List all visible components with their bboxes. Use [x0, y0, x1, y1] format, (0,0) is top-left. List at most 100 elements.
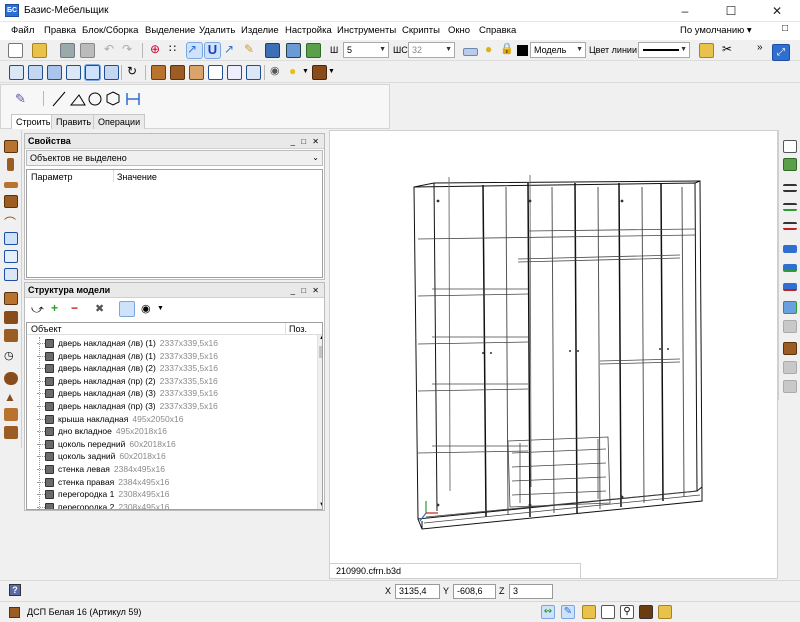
undo-icon[interactable]: ↶ — [104, 43, 119, 58]
hardware-panel-icon[interactable] — [783, 140, 797, 153]
snap-mode-icon[interactable]: ↭ — [541, 605, 555, 619]
ortho-icon[interactable]: ↗ — [224, 43, 239, 58]
render-sections-icon[interactable] — [246, 65, 261, 80]
menu-delete[interactable]: Удалить — [199, 25, 235, 36]
fastener-remove-icon[interactable] — [783, 222, 797, 230]
menu-tools[interactable]: Инструменты — [337, 25, 396, 36]
redo-icon[interactable]: ↷ — [122, 43, 137, 58]
render-texture-icon[interactable] — [189, 65, 204, 80]
rotate-view-icon[interactable]: ↻ — [127, 65, 142, 80]
fastener-add-icon[interactable] — [783, 203, 797, 211]
menu-block[interactable]: Блок/Сборка — [82, 25, 138, 36]
material-dropdown-icon[interactable]: ▼ — [328, 68, 335, 75]
light-dropdown-icon[interactable]: ▼ — [302, 68, 309, 75]
pencil-icon[interactable]: ✎ — [15, 91, 33, 107]
view-left-icon[interactable] — [28, 65, 43, 80]
facade-icon[interactable] — [4, 232, 18, 245]
tools-icon[interactable]: ✖ — [95, 302, 104, 315]
width-select[interactable]: 5 ▼ — [343, 42, 389, 58]
panel-horizontal-icon[interactable] — [4, 182, 18, 188]
profile-icon[interactable] — [4, 329, 18, 342]
layer-color-swatch[interactable] — [517, 45, 528, 56]
drawer-icon[interactable] — [4, 268, 18, 281]
remove-node-icon[interactable]: − — [71, 301, 78, 315]
document-view-icon[interactable] — [119, 301, 135, 317]
layers-settings-icon[interactable] — [286, 43, 301, 58]
clock-icon[interactable]: ◷ — [4, 349, 18, 362]
texture-disabled-icon[interactable] — [783, 320, 797, 333]
help-icon[interactable]: ? — [9, 584, 21, 596]
note-icon[interactable] — [658, 605, 672, 619]
scissors-icon[interactable]: ✂ — [722, 43, 737, 58]
grid-icon[interactable] — [582, 605, 596, 619]
menu-window[interactable]: Окно — [448, 25, 470, 36]
cut-disabled-icon[interactable] — [783, 361, 797, 374]
view-top-icon[interactable] — [47, 65, 62, 80]
layer-plane-icon[interactable] — [463, 48, 478, 56]
pyramid-icon[interactable]: ▲ — [4, 390, 18, 404]
curved-panel-icon[interactable]: ⌒ — [4, 214, 18, 230]
layers-export-icon[interactable] — [306, 43, 321, 58]
camera-icon[interactable]: ◉ — [270, 65, 285, 80]
panel-controls[interactable]: _ □ ✕ — [291, 134, 321, 149]
grid-snap-icon[interactable]: ∷ — [169, 43, 184, 58]
zoom-icon[interactable]: ⚲ — [620, 605, 634, 619]
maximize-button[interactable]: ☐ — [708, 0, 754, 22]
width-step-select[interactable]: 32 ▼ — [408, 42, 455, 58]
groove-disabled-icon[interactable] — [783, 380, 797, 393]
save-icon[interactable] — [60, 43, 75, 58]
texture-icon[interactable] — [783, 301, 797, 314]
view-iso-icon[interactable] — [84, 64, 101, 81]
render-hidden-icon[interactable] — [227, 65, 242, 80]
leg-icon[interactable] — [4, 311, 18, 324]
edge-band-icon[interactable] — [783, 245, 797, 253]
structure-scrollbar[interactable]: ▲ ▼ — [317, 335, 322, 509]
tab-operations[interactable]: Операции — [93, 114, 146, 129]
snap-points-icon[interactable]: ⊕ — [150, 43, 165, 58]
menu-scripts[interactable]: Скрипты — [402, 25, 440, 36]
lock-icon[interactable]: 🔒 — [500, 43, 515, 58]
cut-icon[interactable] — [783, 342, 797, 355]
close-button[interactable]: ✕ — [754, 0, 800, 22]
tab-edit[interactable]: Править — [51, 114, 97, 129]
model-viewport[interactable] — [329, 130, 778, 579]
zoom-extents-icon[interactable]: ⤢ — [772, 44, 790, 61]
pin-icon[interactable]: □ — [782, 23, 788, 34]
lightbulb-icon[interactable]: ● — [485, 43, 500, 58]
menu-edit[interactable]: Правка — [44, 25, 76, 36]
minimize-button[interactable]: – — [662, 0, 708, 22]
tab-build[interactable]: Строить — [11, 114, 56, 129]
menu-settings[interactable]: Настройка — [285, 25, 332, 36]
x-input[interactable]: 3135,4 — [395, 584, 440, 599]
table-icon[interactable] — [601, 605, 615, 619]
eye-dropdown-icon[interactable]: ▼ — [157, 305, 164, 312]
view-right-icon[interactable] — [66, 65, 81, 80]
open-folder-icon[interactable] — [32, 43, 47, 58]
panel-controls[interactable]: _ □ ✕ — [291, 283, 321, 298]
selection-combo[interactable]: Объектов не выделено ⌄ — [26, 150, 323, 166]
preset-select[interactable]: По умолчанию ▾ — [680, 25, 752, 36]
eye-icon[interactable]: ◉ — [141, 302, 151, 315]
y-input[interactable]: -608,6 — [453, 584, 496, 599]
snap-line-icon[interactable]: ↗ — [186, 42, 203, 59]
material-icon[interactable] — [312, 65, 327, 80]
new-file-icon[interactable] — [8, 43, 23, 58]
hardware-add-icon[interactable] — [783, 158, 797, 171]
print-icon[interactable] — [80, 43, 95, 58]
fastener-icon[interactable] — [783, 184, 797, 192]
sphere-icon[interactable] — [4, 372, 18, 385]
render-solid-icon[interactable] — [151, 65, 166, 80]
panel-front-icon[interactable] — [4, 195, 18, 208]
menu-file[interactable]: Файл — [11, 25, 34, 36]
plinth-icon[interactable] — [4, 292, 18, 305]
ruler-icon[interactable]: ✎ — [244, 43, 259, 58]
line-style-select[interactable]: ▼ — [638, 42, 690, 58]
menu-product[interactable]: Изделие — [241, 25, 279, 36]
edge-band-remove-icon[interactable] — [783, 283, 797, 291]
door-icon[interactable] — [4, 250, 18, 263]
view-front-icon[interactable] — [9, 65, 24, 80]
notes-icon[interactable] — [699, 43, 714, 58]
panel-box-icon[interactable] — [4, 140, 18, 153]
z-input[interactable]: 3 — [509, 584, 553, 599]
panel-vertical-icon[interactable] — [7, 158, 14, 171]
